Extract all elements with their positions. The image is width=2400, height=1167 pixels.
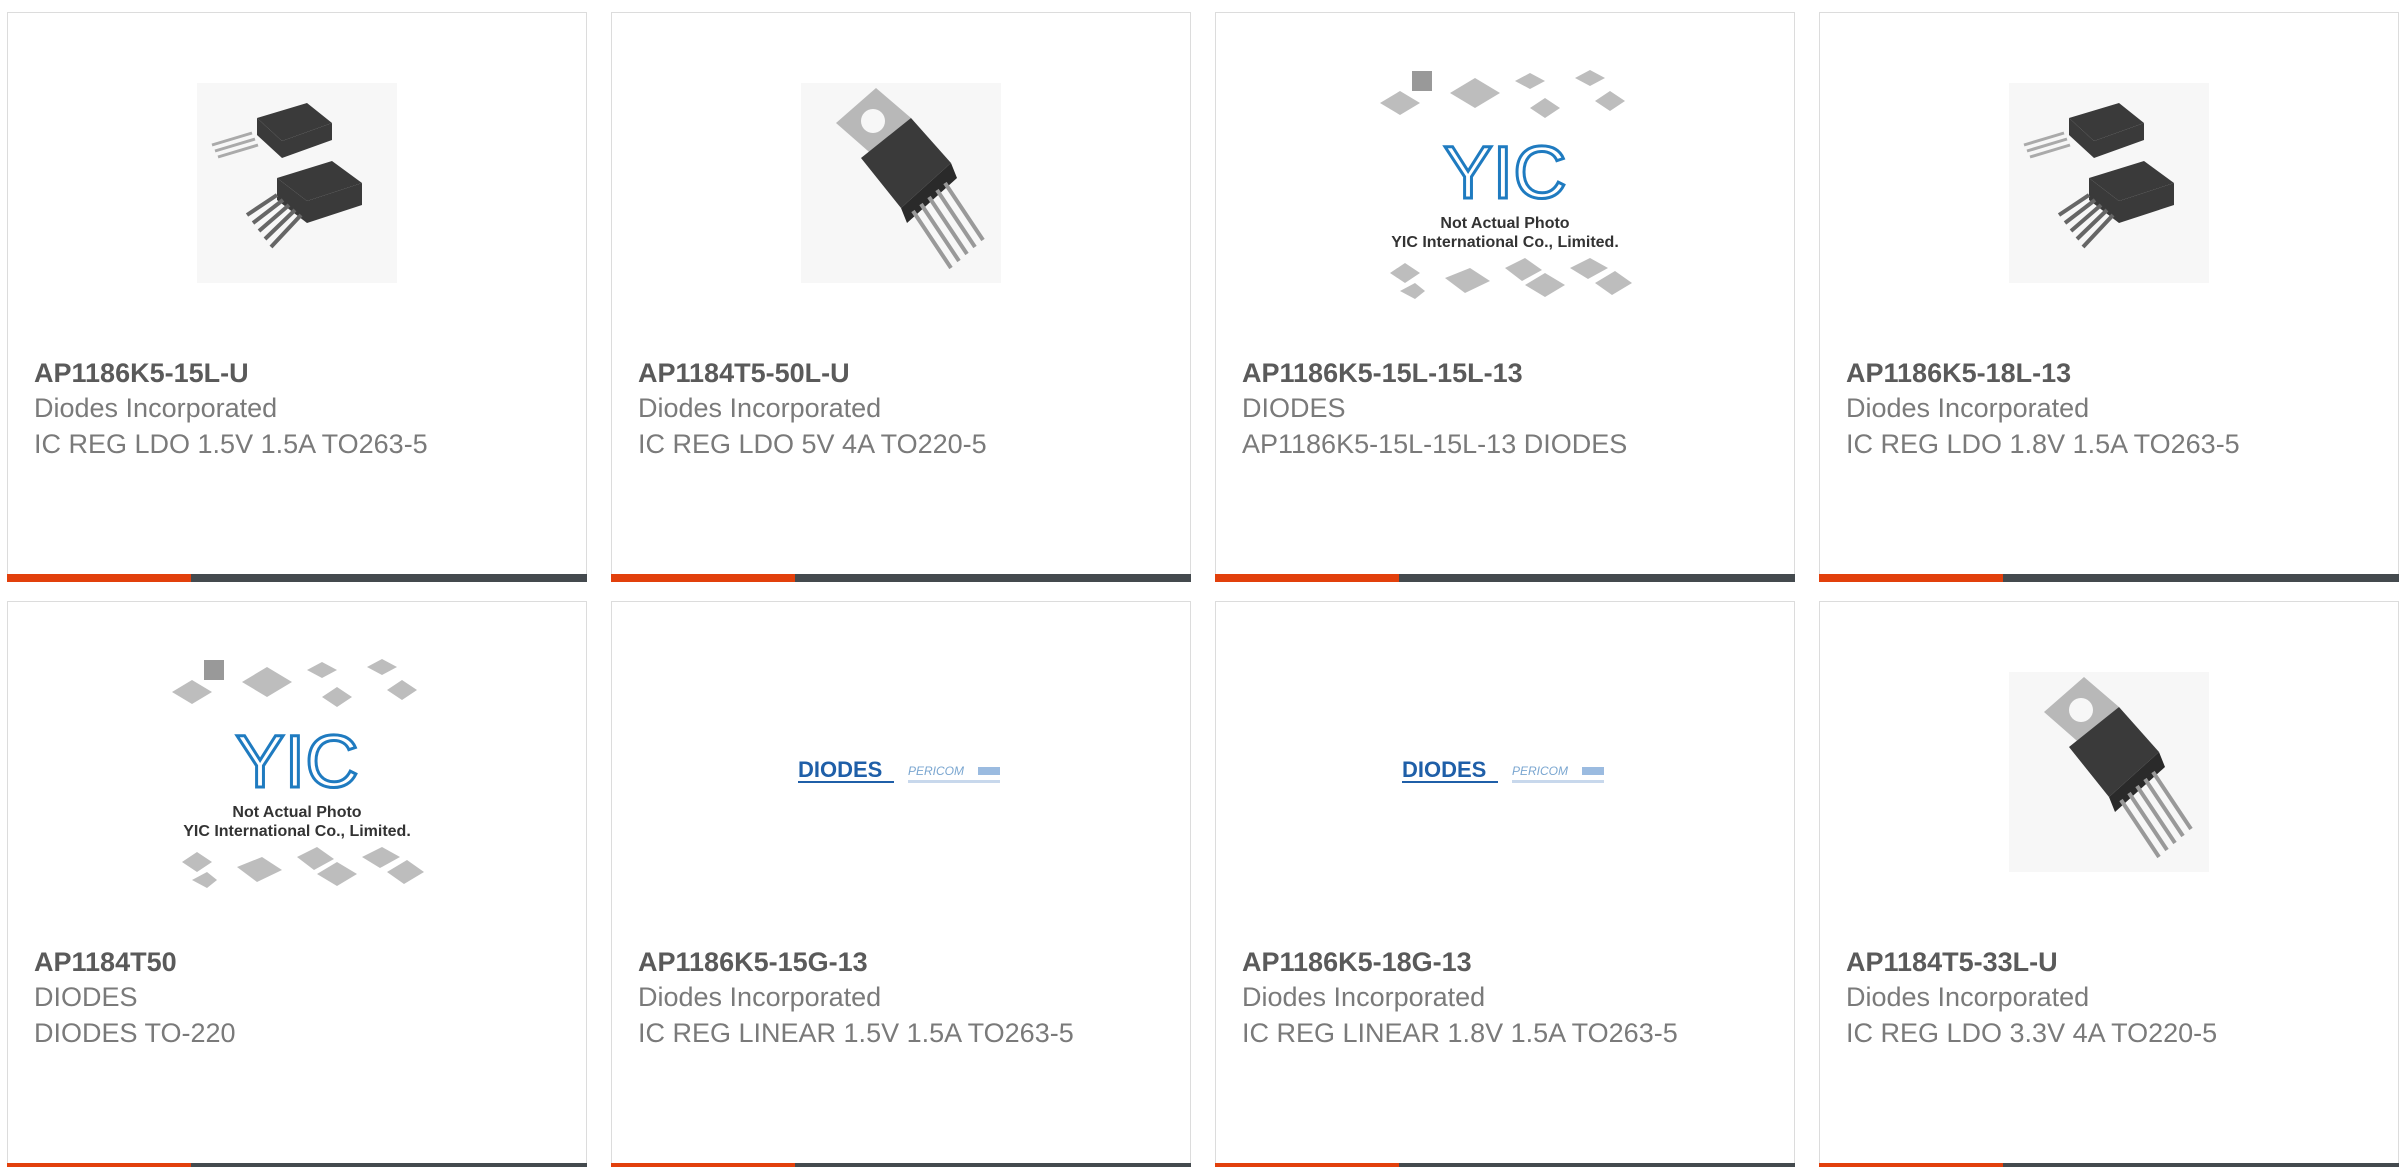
- description: IC REG LDO 3.3V 4A TO220-5: [1846, 1018, 2218, 1048]
- card-accent: [1215, 574, 1399, 582]
- pericom-logo: PERICOM: [1512, 764, 1568, 778]
- to263-package-image: [197, 83, 397, 283]
- part-number[interactable]: AP1186K5-15G-13: [638, 945, 1170, 979]
- product-grid: AP1186K5-15L-U Diodes Incorporated IC RE…: [0, 0, 2400, 1167]
- placeholder-line1: Not Actual Photo: [232, 804, 361, 821]
- card-accent: [1819, 1163, 2003, 1167]
- manufacturer: Diodes Incorporated: [1242, 982, 1486, 1012]
- product-image[interactable]: [1820, 602, 2398, 942]
- placeholder-line2: YIC International Co., Limited.: [183, 823, 411, 840]
- product-image[interactable]: YIC Not Actual Photo YIC International C…: [8, 602, 586, 942]
- part-number[interactable]: AP1186K5-18L-13: [1846, 356, 2378, 390]
- manufacturer: Diodes Incorporated: [1846, 393, 2090, 423]
- manufacturer: DIODES: [1242, 393, 1346, 423]
- manufacturer: Diodes Incorporated: [34, 393, 278, 423]
- part-number[interactable]: AP1184T5-50L-U: [638, 356, 1170, 390]
- manufacturer: Diodes Incorporated: [638, 982, 882, 1012]
- product-card[interactable]: AP1184T5-33L-U Diodes Incorporated IC RE…: [1819, 601, 2399, 1167]
- part-number[interactable]: AP1186K5-15L-U: [34, 356, 566, 390]
- diodes-pericom-logo-image: DIODES PERICOM: [798, 757, 1000, 783]
- product-card[interactable]: AP1184T5-50L-U Diodes Incorporated IC RE…: [611, 12, 1191, 582]
- placeholder-line1: Not Actual Photo: [1440, 215, 1569, 232]
- card-accent: [1819, 574, 2003, 582]
- to220-package-image: [801, 83, 1001, 283]
- card-accent: [611, 1163, 795, 1167]
- yic-logo: YIC: [235, 720, 358, 803]
- manufacturer: Diodes Incorporated: [638, 393, 882, 423]
- description: IC REG LDO 1.5V 1.5A TO263-5: [34, 429, 428, 459]
- product-image[interactable]: [8, 13, 586, 353]
- product-card[interactable]: DIODES PERICOM AP1186K5-18G-13 Diodes In…: [1215, 601, 1795, 1167]
- not-actual-photo-image: YIC Not Actual Photo YIC International C…: [172, 659, 424, 888]
- card-bottom-bar: [611, 1163, 1191, 1167]
- part-number[interactable]: AP1184T5-33L-U: [1846, 945, 2378, 979]
- to220-package-image: [2009, 672, 2209, 872]
- product-image[interactable]: [1820, 13, 2398, 353]
- card-accent: [7, 574, 191, 582]
- pericom-logo: PERICOM: [908, 764, 964, 778]
- card-bottom-bar: [1819, 574, 2399, 582]
- diodes-logo: DIODES: [798, 757, 882, 782]
- diodes-pericom-logo-image: DIODES PERICOM: [1402, 757, 1604, 783]
- manufacturer: Diodes Incorporated: [1846, 982, 2090, 1012]
- card-bottom-bar: [1215, 1163, 1795, 1167]
- product-card[interactable]: AP1186K5-18L-13 Diodes Incorporated IC R…: [1819, 12, 2399, 582]
- card-bottom-bar: [1215, 574, 1795, 582]
- card-bottom-bar: [7, 574, 587, 582]
- product-image[interactable]: [612, 13, 1190, 353]
- description: AP1186K5-15L-15L-13 DIODES: [1242, 429, 1628, 459]
- description: IC REG LDO 5V 4A TO220-5: [638, 429, 987, 459]
- product-card[interactable]: YIC Not Actual Photo YIC International C…: [1215, 12, 1795, 582]
- part-number[interactable]: AP1186K5-18G-13: [1242, 945, 1774, 979]
- description: IC REG LINEAR 1.8V 1.5A TO263-5: [1242, 1018, 1678, 1048]
- product-image[interactable]: YIC Not Actual Photo YIC International C…: [1216, 13, 1794, 353]
- not-actual-photo-image: YIC Not Actual Photo YIC International C…: [1380, 70, 1632, 299]
- description: IC REG LINEAR 1.5V 1.5A TO263-5: [638, 1018, 1074, 1048]
- description: IC REG LDO 1.8V 1.5A TO263-5: [1846, 429, 2240, 459]
- placeholder-line2: YIC International Co., Limited.: [1391, 234, 1619, 251]
- yic-logo: YIC: [1443, 131, 1566, 214]
- diodes-logo: DIODES: [1402, 757, 1486, 782]
- product-image[interactable]: DIODES PERICOM: [1216, 602, 1794, 942]
- card-accent: [611, 574, 795, 582]
- product-card[interactable]: YIC Not Actual Photo YIC International C…: [7, 601, 587, 1167]
- card-accent: [7, 1163, 191, 1167]
- card-bottom-bar: [1819, 1163, 2399, 1167]
- to263-package-image: [2009, 83, 2209, 283]
- card-bottom-bar: [611, 574, 1191, 582]
- card-bottom-bar: [7, 1163, 587, 1167]
- product-card[interactable]: AP1186K5-15L-U Diodes Incorporated IC RE…: [7, 12, 587, 582]
- product-image[interactable]: DIODES PERICOM: [612, 602, 1190, 942]
- description: DIODES TO-220: [34, 1018, 236, 1048]
- card-accent: [1215, 1163, 1399, 1167]
- part-number[interactable]: AP1184T50: [34, 945, 566, 979]
- part-number[interactable]: AP1186K5-15L-15L-13: [1242, 356, 1774, 390]
- product-card[interactable]: DIODES PERICOM AP1186K5-15G-13 Diodes In…: [611, 601, 1191, 1167]
- manufacturer: DIODES: [34, 982, 138, 1012]
